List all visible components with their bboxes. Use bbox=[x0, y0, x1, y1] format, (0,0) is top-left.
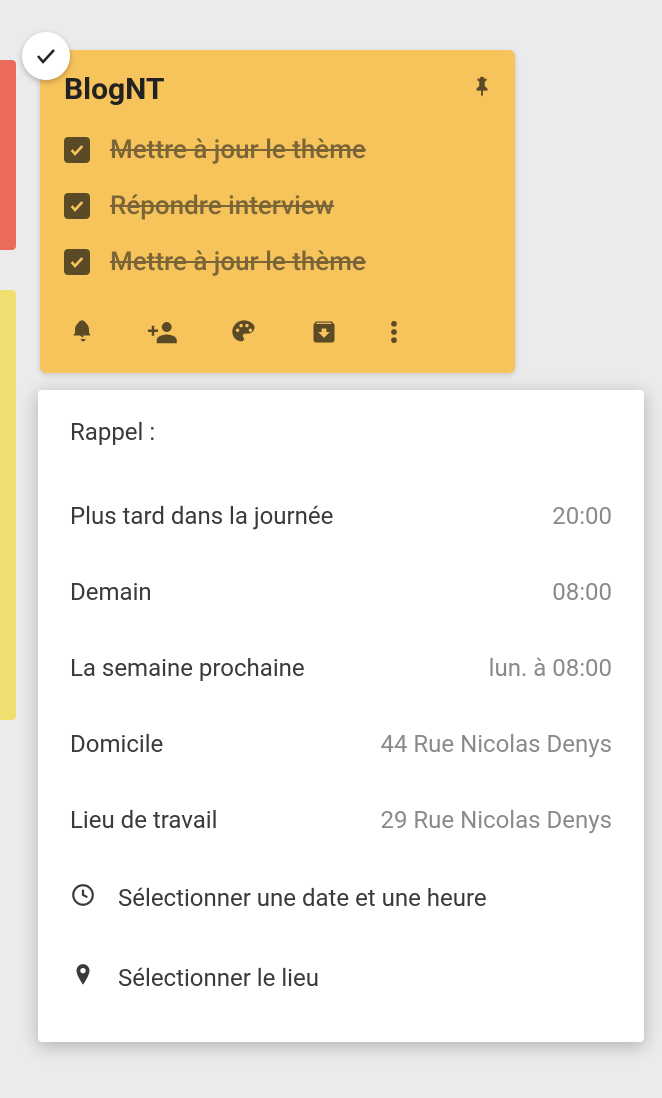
reminder-action-label: Sélectionner une date et une heure bbox=[118, 884, 487, 912]
reminder-pick-datetime[interactable]: Sélectionner une date et une heure bbox=[38, 858, 644, 938]
reminder-option-tomorrow[interactable]: Demain 08:00 bbox=[38, 554, 644, 630]
background-note-red bbox=[0, 60, 16, 250]
reminder-option-value: 29 Rue Nicolas Denys bbox=[380, 806, 612, 834]
checklist-item-label: Mettre à jour le thème bbox=[110, 135, 366, 165]
reminder-option-label: Lieu de travail bbox=[70, 806, 217, 834]
note-card: BlogNT Mettre à jour le thème Répondre i… bbox=[40, 50, 515, 373]
reminder-option-label: La semaine prochaine bbox=[70, 654, 305, 682]
collaborator-icon[interactable] bbox=[148, 317, 178, 347]
note-toolbar bbox=[64, 307, 491, 363]
checklist-item-label: Mettre à jour le thème bbox=[110, 247, 366, 277]
checklist-item-label: Répondre interview bbox=[110, 191, 334, 221]
checklist: Mettre à jour le thème Répondre intervie… bbox=[64, 135, 491, 277]
reminder-option-label: Demain bbox=[70, 578, 152, 606]
reminder-option-label: Domicile bbox=[70, 730, 163, 758]
more-icon[interactable] bbox=[390, 318, 398, 346]
reminder-option-work[interactable]: Lieu de travail 29 Rue Nicolas Denys bbox=[38, 782, 644, 858]
checkbox-icon[interactable] bbox=[64, 137, 90, 163]
background-note-yellow bbox=[0, 290, 16, 720]
reminder-option-value: 08:00 bbox=[552, 578, 612, 606]
reminder-action-label: Sélectionner le lieu bbox=[118, 964, 319, 992]
reminder-option-label: Plus tard dans la journée bbox=[70, 502, 333, 530]
checkbox-icon[interactable] bbox=[64, 193, 90, 219]
checklist-item[interactable]: Mettre à jour le thème bbox=[64, 247, 491, 277]
pin-icon[interactable] bbox=[471, 72, 493, 104]
checkbox-icon[interactable] bbox=[64, 249, 90, 275]
reminder-option-later-today[interactable]: Plus tard dans la journée 20:00 bbox=[38, 478, 644, 554]
note-title[interactable]: BlogNT bbox=[64, 72, 491, 107]
reminder-option-next-week[interactable]: La semaine prochaine lun. à 08:00 bbox=[38, 630, 644, 706]
checklist-item[interactable]: Mettre à jour le thème bbox=[64, 135, 491, 165]
color-icon[interactable] bbox=[230, 318, 258, 346]
archive-icon[interactable] bbox=[310, 318, 338, 346]
checklist-item[interactable]: Répondre interview bbox=[64, 191, 491, 221]
clock-icon bbox=[70, 882, 96, 914]
reminder-icon[interactable] bbox=[68, 318, 96, 346]
reminder-header: Rappel : bbox=[38, 418, 644, 478]
reminder-option-value: 20:00 bbox=[552, 502, 612, 530]
reminder-option-value: 44 Rue Nicolas Denys bbox=[380, 730, 612, 758]
select-check-icon[interactable] bbox=[22, 32, 70, 80]
place-icon bbox=[70, 962, 96, 994]
reminder-option-value: lun. à 08:00 bbox=[489, 654, 612, 682]
reminder-pick-place[interactable]: Sélectionner le lieu bbox=[38, 938, 644, 1018]
reminder-option-home[interactable]: Domicile 44 Rue Nicolas Denys bbox=[38, 706, 644, 782]
reminder-popover: Rappel : Plus tard dans la journée 20:00… bbox=[38, 390, 644, 1042]
